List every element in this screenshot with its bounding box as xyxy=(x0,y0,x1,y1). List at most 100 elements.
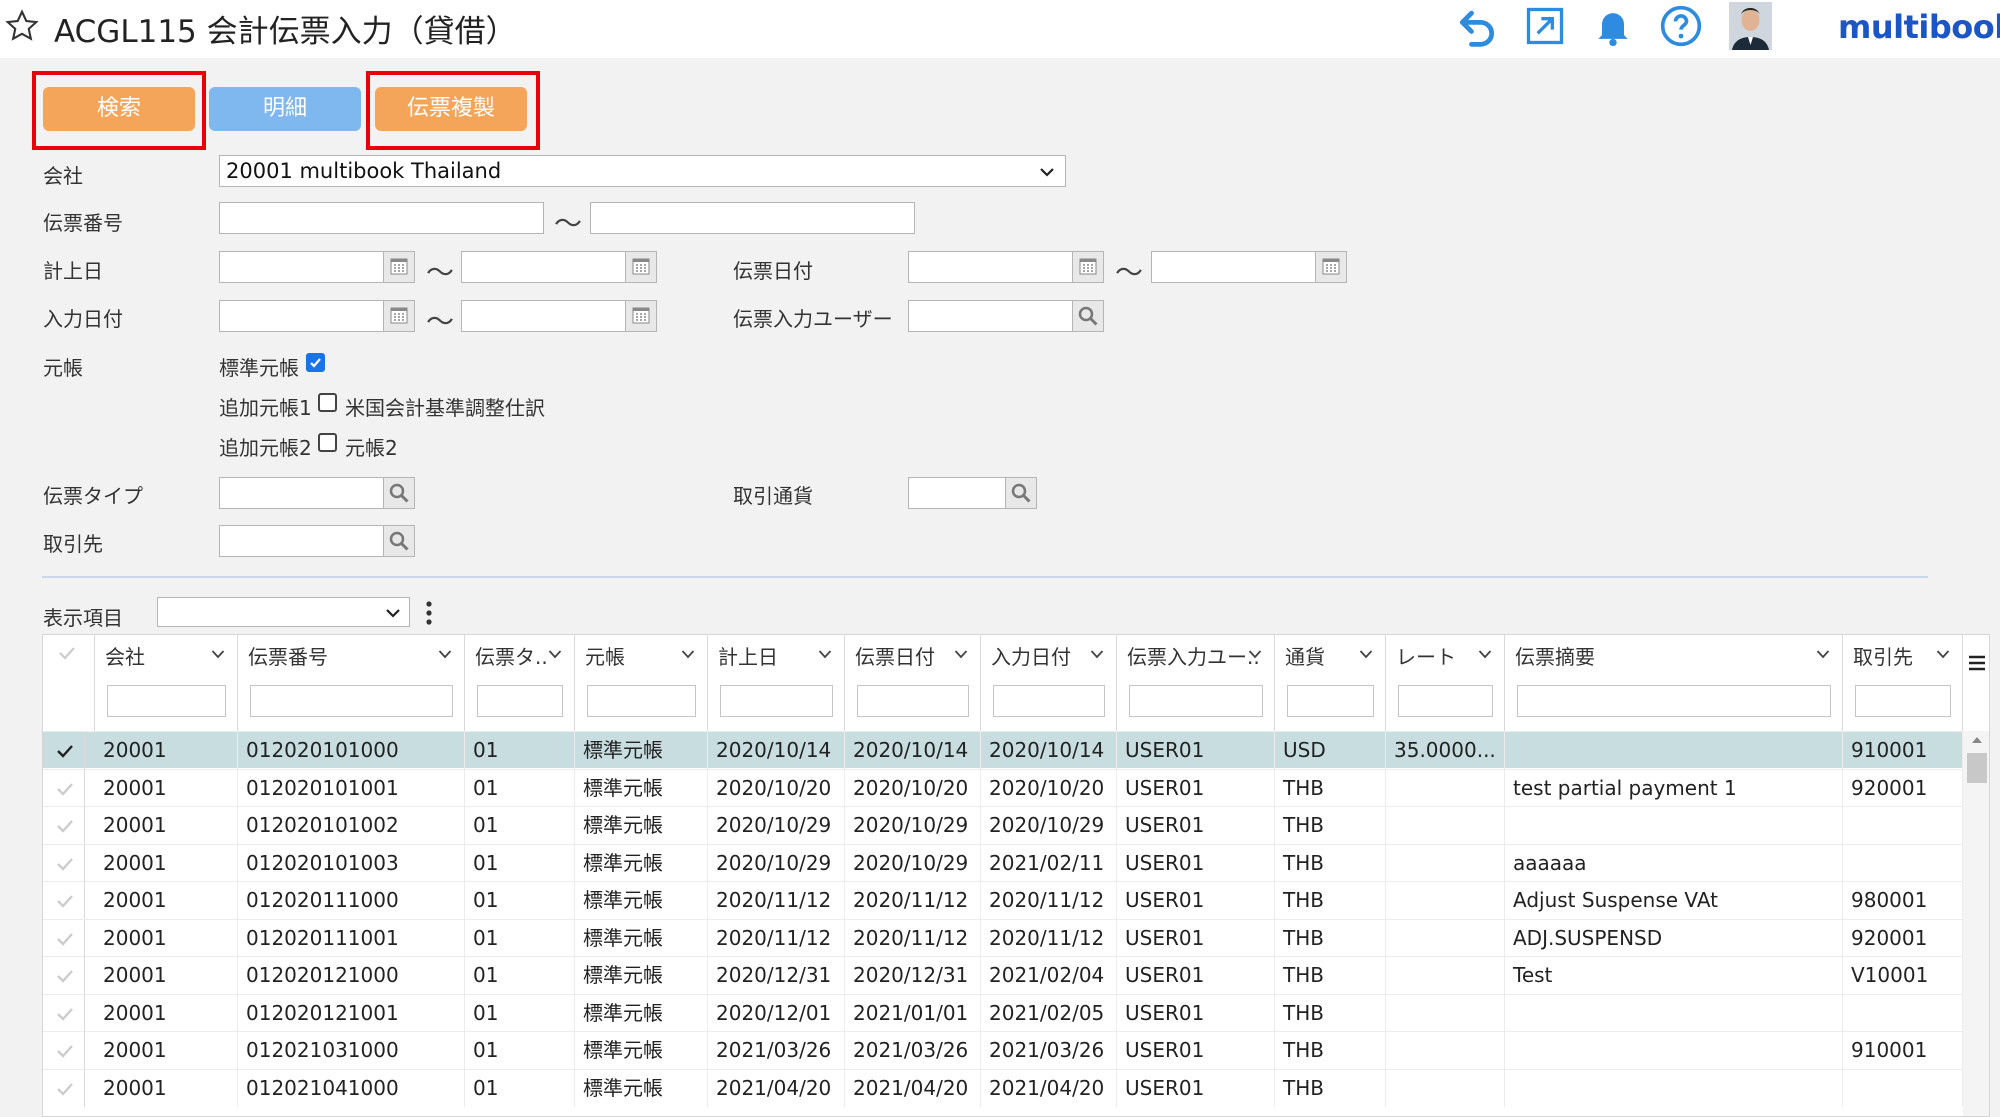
column-filter-input[interactable] xyxy=(1398,685,1493,717)
ledger-add1-checkbox[interactable] xyxy=(318,393,337,412)
ledger-standard-checkbox[interactable] xyxy=(306,353,325,372)
column-header-rate[interactable]: レート xyxy=(1386,635,1505,731)
search-icon[interactable] xyxy=(1005,477,1037,509)
column-header-company[interactable]: 会社 xyxy=(95,635,238,731)
chevron-down-icon[interactable] xyxy=(1816,649,1830,659)
column-header-posting-date[interactable]: 計上日 xyxy=(708,635,845,731)
column-header-ledger[interactable]: 元帳 xyxy=(575,635,708,731)
chevron-down-icon[interactable] xyxy=(1478,649,1492,659)
voucher-no-to-input[interactable] xyxy=(590,202,915,234)
row-select-checkbox[interactable] xyxy=(43,732,85,769)
calendar-icon[interactable] xyxy=(1315,251,1347,283)
help-icon[interactable] xyxy=(1659,4,1703,48)
column-header-input-date[interactable]: 入力日付 xyxy=(981,635,1117,731)
chevron-down-icon[interactable] xyxy=(818,649,832,659)
table-row[interactable]: 20001 012020101000 01 標準元帳 2020/10/14 2020/10… xyxy=(43,731,1989,769)
table-row[interactable]: 20001 012020121000 01 標準元帳 2020/12/31 2020/12… xyxy=(43,956,1989,994)
calendar-icon[interactable] xyxy=(383,251,415,283)
voucher-type-input[interactable] xyxy=(219,477,384,509)
calendar-icon[interactable] xyxy=(625,300,657,332)
company-select[interactable]: 20001 multibook Thailand xyxy=(219,155,1066,187)
menu-icon[interactable] xyxy=(1967,653,1987,673)
ledger-add2-checkbox[interactable] xyxy=(318,433,337,452)
chevron-down-icon[interactable] xyxy=(438,649,452,659)
star-icon[interactable] xyxy=(4,8,40,44)
table-row[interactable]: 20001 012020101001 01 標準元帳 2020/10/20 2020/10… xyxy=(43,768,1989,807)
input-user-input[interactable] xyxy=(908,300,1073,332)
search-icon[interactable] xyxy=(383,525,415,557)
voucher-date-to-input[interactable] xyxy=(1151,251,1316,283)
chevron-down-icon[interactable] xyxy=(211,649,225,659)
table-row[interactable]: 20001 012020121001 01 標準元帳 2020/12/01 2021/01… xyxy=(43,993,1989,1032)
column-menu-header[interactable] xyxy=(1963,635,1989,731)
column-filter-input[interactable] xyxy=(720,685,833,717)
detail-button[interactable]: 明細 xyxy=(209,87,361,131)
row-select-checkbox[interactable] xyxy=(43,769,85,807)
select-all-header[interactable] xyxy=(43,635,95,731)
vertical-scrollbar[interactable] xyxy=(1963,731,1989,1116)
chevron-down-icon[interactable] xyxy=(1090,649,1104,659)
search-icon[interactable] xyxy=(1072,300,1104,332)
row-select-checkbox[interactable] xyxy=(43,844,85,882)
copy-voucher-button[interactable]: 伝票複製 xyxy=(375,87,527,131)
column-filter-input[interactable] xyxy=(250,685,453,717)
row-select-checkbox[interactable] xyxy=(43,807,85,844)
avatar[interactable] xyxy=(1729,2,1772,50)
scroll-up-icon[interactable] xyxy=(1971,735,1983,745)
column-filter-input[interactable] xyxy=(477,685,563,717)
voucher-no-from-input[interactable] xyxy=(219,202,544,234)
posting-date-from-input[interactable] xyxy=(219,251,384,283)
column-header-voucher-type[interactable]: 伝票タ.. xyxy=(465,635,575,731)
chevron-down-icon[interactable] xyxy=(1936,649,1950,659)
chevron-down-icon[interactable] xyxy=(1359,649,1373,659)
row-select-checkbox[interactable] xyxy=(43,919,85,957)
row-select-checkbox[interactable] xyxy=(43,994,85,1032)
search-icon[interactable] xyxy=(383,477,415,509)
table-row[interactable]: 20001 012021041000 01 標準元帳 2021/04/20 2021/04… xyxy=(43,1068,1989,1107)
voucher-date-from-input[interactable] xyxy=(908,251,1073,283)
table-row[interactable]: 20001 012020111001 01 標準元帳 2020/11/12 2020/11… xyxy=(43,918,1989,957)
chevron-down-icon[interactable] xyxy=(681,649,695,659)
chevron-down-icon[interactable] xyxy=(548,649,562,659)
column-filter-input[interactable] xyxy=(587,685,696,717)
currency-input[interactable] xyxy=(908,477,1006,509)
row-select-checkbox[interactable] xyxy=(43,957,85,994)
table-row[interactable]: 20001 012020101003 01 標準元帳 2020/10/29 2020/10… xyxy=(43,843,1989,882)
partner-input[interactable] xyxy=(219,525,384,557)
column-header-partner[interactable]: 取引先 xyxy=(1843,635,1963,731)
column-header-voucher-no[interactable]: 伝票番号 xyxy=(238,635,465,731)
column-header-input-user[interactable]: 伝票入力ユー.. xyxy=(1117,635,1275,731)
column-filter-input[interactable] xyxy=(1855,685,1951,717)
posting-date-to-input[interactable] xyxy=(461,251,626,283)
display-items-select[interactable] xyxy=(157,597,410,627)
row-select-checkbox[interactable] xyxy=(43,1069,85,1107)
cell-voucher-date: 2020/10/20 xyxy=(845,769,981,807)
column-header-currency[interactable]: 通貨 xyxy=(1275,635,1386,731)
calendar-icon[interactable] xyxy=(1072,251,1104,283)
column-filter-input[interactable] xyxy=(107,685,226,717)
column-filter-input[interactable] xyxy=(1129,685,1263,717)
column-header-voucher-date[interactable]: 伝票日付 xyxy=(845,635,981,731)
chevron-down-icon[interactable] xyxy=(1248,649,1262,659)
bell-icon[interactable] xyxy=(1591,4,1635,48)
calendar-icon[interactable] xyxy=(383,300,415,332)
table-row[interactable]: 20001 012020101002 01 標準元帳 2020/10/29 2020/10… xyxy=(43,806,1989,844)
table-row[interactable]: 20001 012021031000 01 標準元帳 2021/03/26 2021/03… xyxy=(43,1031,1989,1069)
column-filter-input[interactable] xyxy=(993,685,1105,717)
external-link-icon[interactable] xyxy=(1523,4,1567,48)
column-filter-input[interactable] xyxy=(1517,685,1831,717)
column-filter-input[interactable] xyxy=(1287,685,1374,717)
calendar-icon[interactable] xyxy=(625,251,657,283)
scrollbar-thumb[interactable] xyxy=(1967,753,1987,783)
column-filter-input[interactable] xyxy=(857,685,969,717)
more-vertical-icon[interactable] xyxy=(420,598,438,628)
row-select-checkbox[interactable] xyxy=(43,882,85,919)
input-date-from-input[interactable] xyxy=(219,300,384,332)
table-row[interactable]: 20001 012020111000 01 標準元帳 2020/11/12 2020/11… xyxy=(43,881,1989,919)
search-button[interactable]: 検索 xyxy=(43,87,195,131)
input-date-to-input[interactable] xyxy=(461,300,626,332)
row-select-checkbox[interactable] xyxy=(43,1032,85,1069)
column-header-description[interactable]: 伝票摘要 xyxy=(1505,635,1843,731)
undo-icon[interactable] xyxy=(1455,4,1499,48)
chevron-down-icon[interactable] xyxy=(954,649,968,659)
